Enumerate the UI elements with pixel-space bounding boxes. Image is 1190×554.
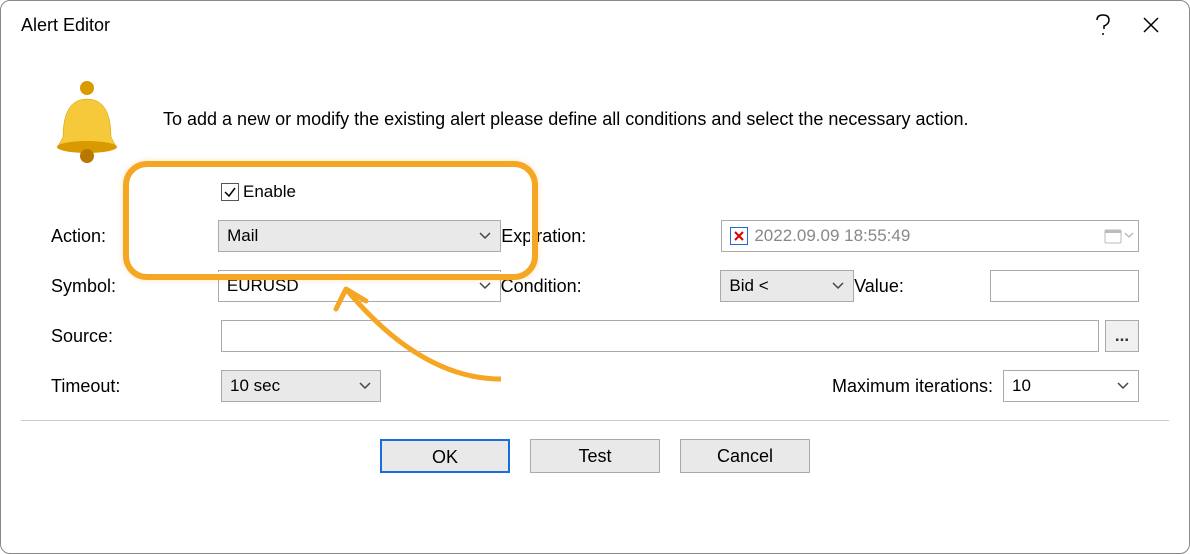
expiration-label: Expiration: (501, 226, 721, 247)
chevron-down-icon (1124, 232, 1134, 240)
help-button[interactable] (1079, 1, 1127, 49)
symbol-label: Symbol: (51, 276, 218, 297)
source-label: Source: (51, 326, 221, 347)
max-iterations-dropdown[interactable]: 10 (1003, 370, 1139, 402)
chevron-down-icon (478, 226, 492, 246)
cancel-button[interactable]: Cancel (680, 439, 810, 473)
value-input[interactable] (990, 270, 1139, 302)
enable-label: Enable (243, 182, 296, 202)
condition-dropdown[interactable]: Bid < (720, 270, 854, 302)
date-picker-button[interactable] (1104, 228, 1134, 244)
max-iterations-value: 10 (1012, 376, 1031, 396)
source-input[interactable] (221, 320, 1099, 352)
window-title: Alert Editor (21, 15, 1079, 36)
source-browse-button[interactable]: ... (1105, 320, 1139, 352)
condition-label: Condition: (501, 276, 721, 297)
close-icon (1142, 16, 1160, 34)
symbol-dropdown[interactable]: EURUSD (218, 270, 501, 302)
dialog-description: To add a new or modify the existing aler… (163, 107, 1169, 132)
symbol-value: EURUSD (227, 276, 299, 296)
browse-label: ... (1115, 326, 1129, 346)
divider (21, 420, 1169, 421)
enable-checkbox[interactable]: Enable (221, 182, 296, 202)
expiration-clear-button[interactable] (730, 227, 748, 245)
x-icon (733, 230, 745, 242)
alert-editor-dialog: Alert Editor To add a new or modify the … (0, 0, 1190, 554)
condition-value: Bid < (729, 276, 768, 296)
dialog-content: To add a new or modify the existing aler… (1, 49, 1189, 487)
chevron-down-icon (1116, 376, 1130, 396)
action-label: Action: (51, 226, 218, 247)
help-icon (1096, 14, 1110, 36)
expiration-field[interactable]: 2022.09.09 18:55:49 (721, 220, 1139, 252)
expiration-value: 2022.09.09 18:55:49 (754, 226, 910, 246)
action-dropdown[interactable]: Mail (218, 220, 501, 252)
max-iterations-label: Maximum iterations: (832, 376, 1003, 397)
chevron-down-icon (358, 376, 372, 396)
bell-icon (51, 79, 123, 170)
chevron-down-icon (478, 276, 492, 296)
titlebar: Alert Editor (1, 1, 1189, 49)
action-value: Mail (227, 226, 258, 246)
calendar-icon (1104, 228, 1122, 244)
close-button[interactable] (1127, 1, 1175, 49)
chevron-down-icon (831, 276, 845, 296)
timeout-label: Timeout: (51, 376, 221, 397)
timeout-value: 10 sec (230, 376, 280, 396)
ok-button[interactable]: OK (380, 439, 510, 473)
test-button[interactable]: Test (530, 439, 660, 473)
timeout-dropdown[interactable]: 10 sec (221, 370, 381, 402)
value-label: Value: (854, 276, 989, 297)
checkmark-icon (223, 185, 237, 199)
